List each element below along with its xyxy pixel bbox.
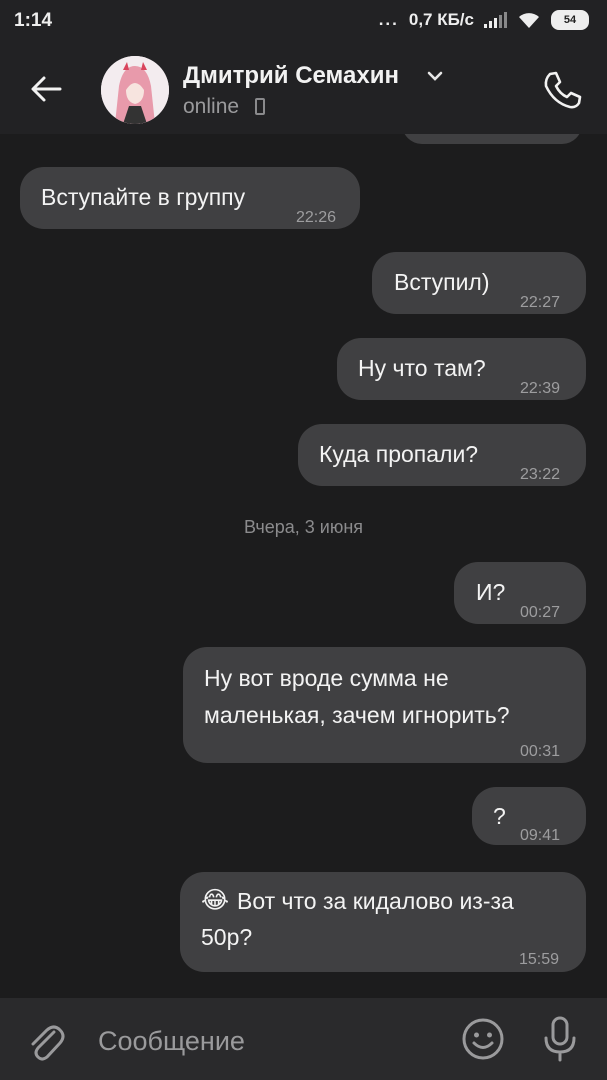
network-speed: 0,7 КБ/с xyxy=(408,10,474,29)
message-bubble-outgoing[interactable]: Вступил) 22:27 xyxy=(372,252,586,314)
signal-icon xyxy=(484,12,507,28)
message-time: 22:39 xyxy=(520,380,561,397)
message-time: 15:59 xyxy=(519,951,560,968)
back-arrow-icon[interactable] xyxy=(26,69,66,109)
message-bubble-outgoing[interactable]: Куда пропали? 23:22 xyxy=(298,424,586,486)
message-text: Вступил) xyxy=(394,269,490,295)
message-text: И? xyxy=(476,579,506,605)
message-bubble-outgoing[interactable]: Ну вот вроде сумма не маленькая, зачем и… xyxy=(183,647,586,763)
contact-status: online xyxy=(183,95,240,118)
microphone-icon[interactable] xyxy=(538,1014,582,1064)
message-time: 00:31 xyxy=(520,743,561,760)
status-indicators: ... 0,7 КБ/с 54 xyxy=(379,10,589,30)
paperclip-icon[interactable] xyxy=(24,1016,68,1064)
message-time: 23:22 xyxy=(520,466,561,483)
message-text-line: 50р? xyxy=(201,924,253,950)
message-time: 09:41 xyxy=(520,827,561,844)
message-time: 22:26 xyxy=(296,209,337,226)
message-text-line: маленькая, зачем игнорить? xyxy=(204,702,510,728)
message-bubble-outgoing[interactable]: 😂 Вот что за кидалово из-за 50р? 15:59 xyxy=(180,872,586,972)
status-bar: 1:14 ... 0,7 КБ/с 54 xyxy=(0,0,607,44)
message-bubble-outgoing[interactable]: И? 00:27 xyxy=(454,562,586,624)
message-bubble-outgoing[interactable]: ? 09:41 xyxy=(472,787,586,845)
message-time: 22:27 xyxy=(520,294,561,311)
message-list[interactable]: Вступайте в группу 22:26 Вступил) 22:27 … xyxy=(0,134,607,998)
emoji: 😂 xyxy=(201,887,230,914)
message-time: 00:27 xyxy=(520,604,561,621)
phone-icon[interactable] xyxy=(540,68,584,112)
message-composer xyxy=(0,998,607,1080)
smiley-icon[interactable] xyxy=(460,1016,506,1062)
date-separator: Вчера, 3 июня xyxy=(243,517,364,537)
message-bubble-outgoing[interactable]: Ну что там? 22:39 xyxy=(337,338,586,400)
message-bubble-outgoing[interactable] xyxy=(402,134,582,144)
message-bubble-incoming[interactable]: Вступайте в группу 22:26 xyxy=(20,167,360,229)
message-input[interactable] xyxy=(96,1020,440,1062)
message-text-line: Ну вот вроде сумма не xyxy=(204,665,449,691)
wifi-icon xyxy=(519,13,539,28)
mobile-phone-icon xyxy=(255,98,265,115)
message-text: ? xyxy=(493,803,506,829)
message-text: Вступайте в группу xyxy=(41,184,246,210)
avatar[interactable] xyxy=(101,56,169,124)
chevron-down-icon[interactable] xyxy=(426,70,444,82)
contact-name[interactable]: Дмитрий Семахин xyxy=(183,62,399,90)
notification-dots: ... xyxy=(378,10,399,29)
status-time: 1:14 xyxy=(14,10,53,31)
message-text: Куда пропали? xyxy=(319,441,479,467)
message-text: Ну что там? xyxy=(358,355,486,381)
battery-icon: 54 xyxy=(551,10,589,30)
message-text-line: Вот что за кидалово из-за xyxy=(237,888,514,914)
chat-header: Дмитрий Семахин online xyxy=(0,44,607,134)
